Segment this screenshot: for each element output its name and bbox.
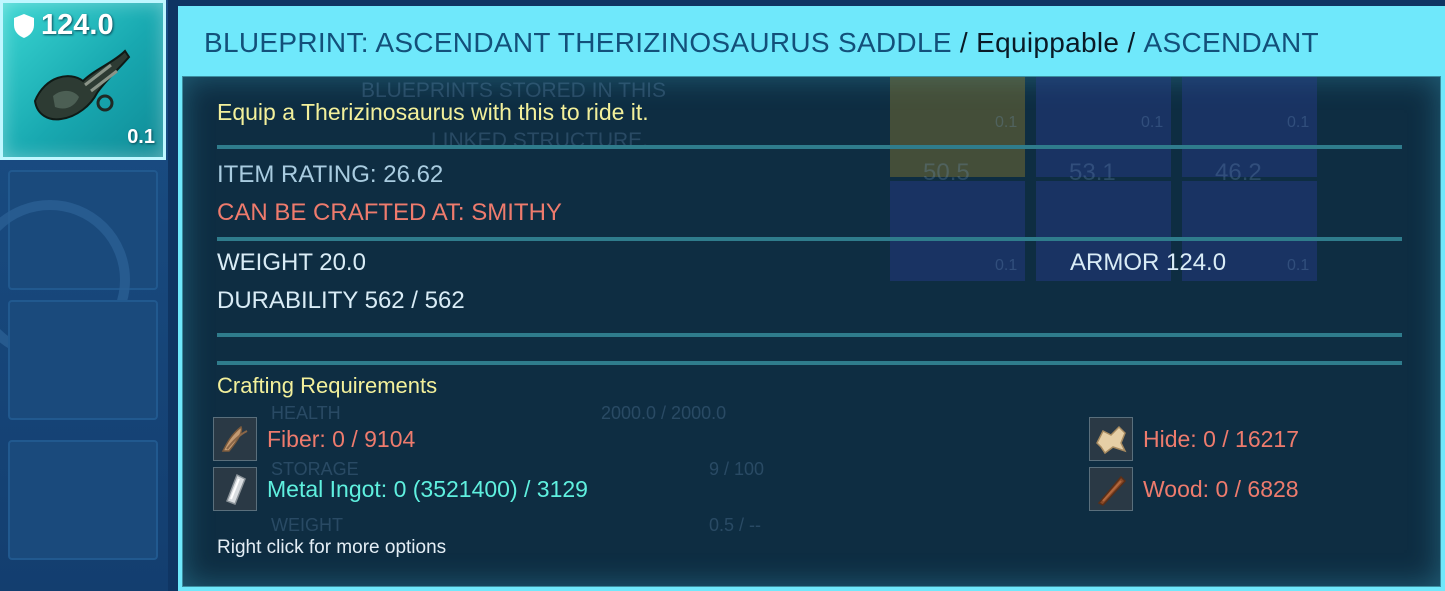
crafting-requirements-title: Crafting Requirements <box>217 373 438 398</box>
title-separator: / <box>1127 27 1136 58</box>
requirement-text: Fiber: 0 / 9104 <box>267 425 416 452</box>
shield-icon <box>14 13 34 38</box>
tooltip-body: BLUEPRINTS STORED IN THIS LINKED STRUCTU… <box>182 76 1441 587</box>
requirement-text: Metal Ingot: 0 (3521400) / 3129 <box>267 475 588 502</box>
item-quality: ASCENDANT <box>1143 27 1319 58</box>
fiber-icon <box>213 417 257 461</box>
inventory-slot[interactable] <box>8 300 158 420</box>
item-weight: 0.1 <box>127 126 155 148</box>
item-name: BLUEPRINT: ASCENDANT THERIZINOSAURUS SAD… <box>204 27 952 58</box>
hide-icon <box>1089 417 1133 461</box>
inventory-slot[interactable] <box>8 440 158 560</box>
item-rating: ITEM RATING: 26.62 <box>217 161 444 188</box>
wood-icon <box>1089 467 1133 511</box>
item-armor-stat: ARMOR 124.0 <box>1070 249 1227 276</box>
divider <box>217 145 1402 149</box>
selected-item-slot[interactable]: 124.0 0.1 <box>0 0 166 160</box>
divider <box>217 361 1402 365</box>
item-weight-stat: WEIGHT 20.0 <box>217 249 366 276</box>
item-durability: DURABILITY 562 / 562 <box>217 287 465 314</box>
item-tooltip: BLUEPRINT: ASCENDANT THERIZINOSAURUS SAD… <box>178 6 1445 591</box>
requirement-text: Wood: 0 / 6828 <box>1143 475 1299 502</box>
armor-value: 124.0 <box>41 9 114 41</box>
requirement-fiber: Fiber: 0 / 9104 <box>213 417 415 461</box>
requirement-hide: Hide: 0 / 16217 <box>1089 417 1299 461</box>
title-separator: / <box>959 27 968 58</box>
crafting-station: CAN BE CRAFTED AT: SMITHY <box>217 199 562 226</box>
requirement-wood: Wood: 0 / 6828 <box>1089 467 1299 511</box>
metal-ingot-icon <box>213 467 257 511</box>
requirement-text: Hide: 0 / 16217 <box>1143 425 1300 452</box>
tooltip-title: BLUEPRINT: ASCENDANT THERIZINOSAURUS SAD… <box>182 10 1441 76</box>
item-description: Equip a Therizinosaurus with this to rid… <box>217 99 649 125</box>
requirement-metal-ingot: Metal Ingot: 0 (3521400) / 3129 <box>213 467 588 511</box>
right-click-hint: Right click for more options <box>217 537 447 558</box>
tooltip-content: Equip a Therizinosaurus with this to rid… <box>213 77 1402 586</box>
item-type: Equippable <box>976 27 1120 58</box>
saddle-icon <box>33 49 131 121</box>
divider <box>217 333 1402 337</box>
divider <box>217 237 1402 241</box>
armor-indicator: 124.0 <box>13 9 114 42</box>
